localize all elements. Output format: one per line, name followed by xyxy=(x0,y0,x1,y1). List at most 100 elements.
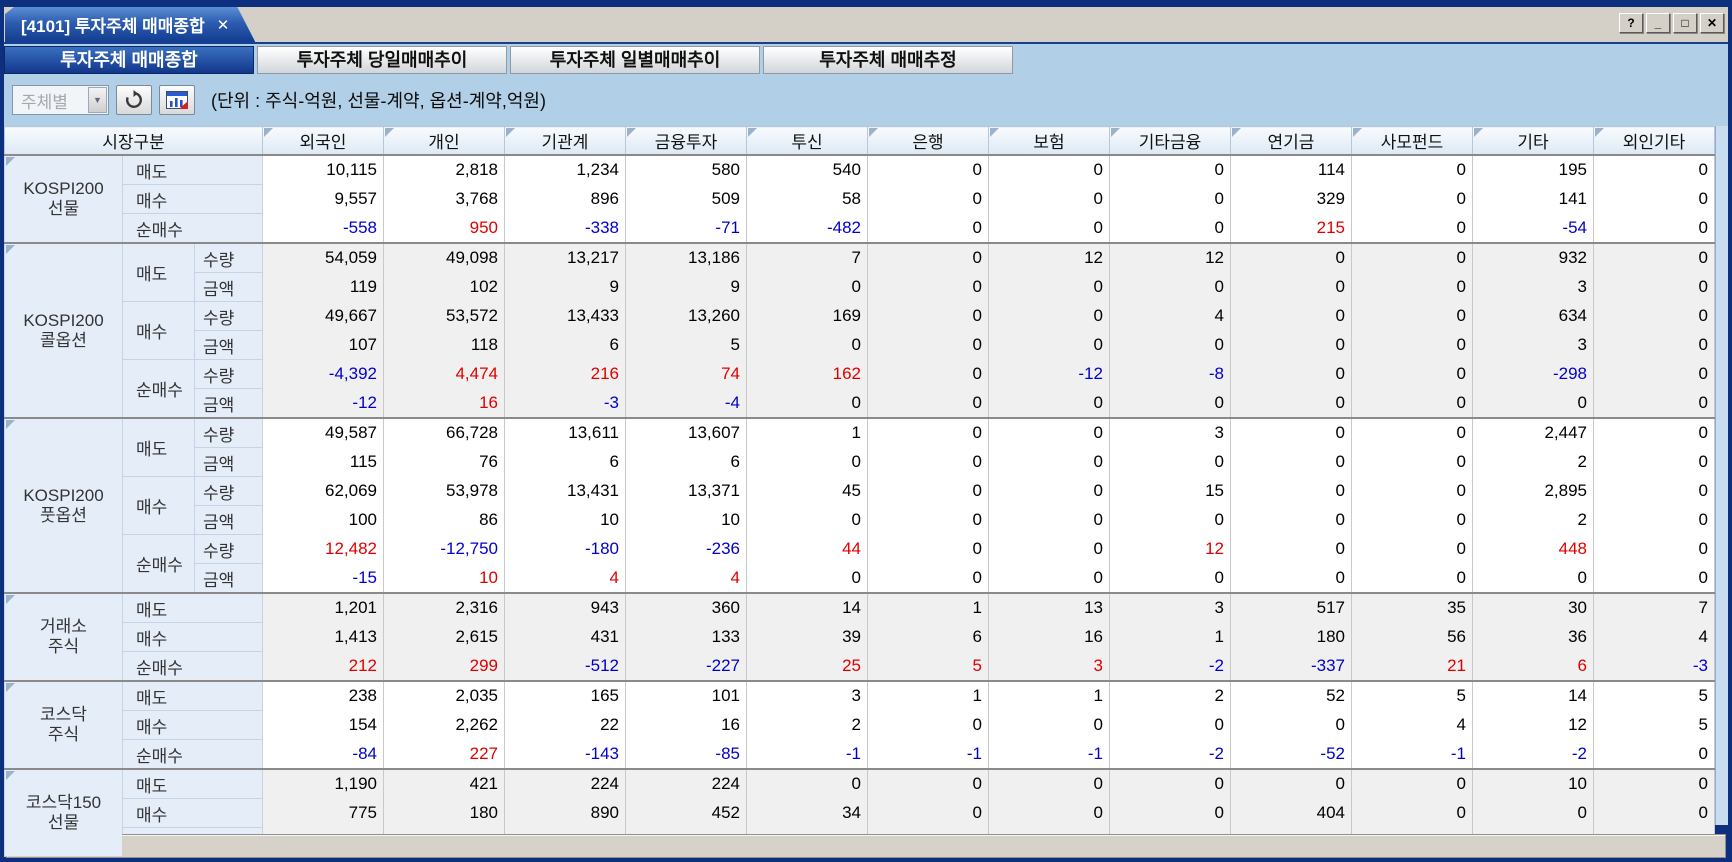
value-cell: 0 xyxy=(1110,564,1231,594)
column-header-8[interactable]: 기타금융 xyxy=(1110,127,1231,156)
group-name: KOSPI200 선물 xyxy=(5,179,122,218)
table-area: 시장구분외국인개인기관계금융투자투신은행보험기타금융연기금사모펀드기타외인기타K… xyxy=(4,126,1728,825)
tab-1[interactable]: 투자주체 매매종합 xyxy=(4,46,254,74)
group-label: 코스닥150 선물 xyxy=(5,769,123,857)
value-cell: 6 xyxy=(505,448,626,477)
value-cell: 114 xyxy=(1231,155,1352,185)
chart-button[interactable] xyxy=(159,85,195,115)
tab-4[interactable]: 투자주체 매매추정 xyxy=(763,46,1013,74)
value-cell: 44 xyxy=(747,535,868,564)
minimize-button[interactable]: _ xyxy=(1646,13,1670,33)
value-cell: 4 xyxy=(1594,623,1715,652)
value-cell: 52 xyxy=(1231,681,1352,711)
value-cell: 14 xyxy=(747,593,868,623)
value-cell: -338 xyxy=(505,214,626,244)
sub-label: 수량 xyxy=(195,477,263,506)
table-row: 코스닥 주식매도2382,0351651013112525145 xyxy=(5,681,1715,711)
column-header-4[interactable]: 금융투자 xyxy=(626,127,747,156)
corner-triangle-icon xyxy=(869,128,878,137)
value-cell: -71 xyxy=(626,214,747,244)
value-cell: -2 xyxy=(1110,740,1231,770)
group-name: 코스닥150 선물 xyxy=(5,793,122,832)
group-label: KOSPI200 풋옵션 xyxy=(5,418,123,593)
value-cell: 6 xyxy=(505,331,626,360)
value-cell: 2 xyxy=(1473,506,1594,535)
value-cell: 421 xyxy=(384,769,505,799)
value-cell: 634 xyxy=(1473,302,1594,331)
column-header-2[interactable]: 개인 xyxy=(384,127,505,156)
sub-label: 금액 xyxy=(195,506,263,535)
value-cell: 0 xyxy=(1231,535,1352,564)
refresh-button[interactable] xyxy=(116,85,152,115)
column-header-11[interactable]: 기타 xyxy=(1473,127,1594,156)
value-cell: 0 xyxy=(1110,389,1231,419)
column-header-label: 보험 xyxy=(1033,133,1064,152)
value-cell: 49,098 xyxy=(384,243,505,273)
value-cell: 13,217 xyxy=(505,243,626,273)
column-header-1[interactable]: 외국인 xyxy=(263,127,384,156)
value-cell: 0 xyxy=(989,214,1110,244)
value-cell: 0 xyxy=(747,564,868,594)
help-button[interactable]: ? xyxy=(1619,13,1643,33)
group-label: KOSPI200 선물 xyxy=(5,155,123,243)
value-cell: 0 xyxy=(1352,185,1473,214)
column-header-10[interactable]: 사모펀드 xyxy=(1352,127,1473,156)
column-header-3[interactable]: 기관계 xyxy=(505,127,626,156)
value-cell: 169 xyxy=(747,302,868,331)
value-cell: -15 xyxy=(263,564,384,594)
corner-triangle-icon xyxy=(990,128,999,137)
value-cell: 13 xyxy=(989,593,1110,623)
close-button[interactable]: ✕ xyxy=(1700,13,1724,33)
group-label: 코스닥 주식 xyxy=(5,681,123,769)
action-label: 매도 xyxy=(123,418,195,477)
value-cell: 6 xyxy=(1473,652,1594,682)
column-header-label: 기관계 xyxy=(542,133,589,152)
value-cell: -8 xyxy=(1110,360,1231,389)
scrollbar-gutter[interactable] xyxy=(1715,126,1728,825)
window-title-tab[interactable]: [4101] 투자주체 매매종합 ✕ xyxy=(5,7,255,42)
subject-dropdown[interactable]: 주체별 ▼ xyxy=(12,85,109,115)
app-window: [4101] 투자주체 매매종합 ✕ ?_□✕ 투자주체 매매종합투자주체 당일… xyxy=(0,0,1732,862)
value-cell: 3 xyxy=(1110,418,1231,448)
table-row: 금액-15104400000000 xyxy=(5,564,1715,594)
column-header-6[interactable]: 은행 xyxy=(868,127,989,156)
action-label: 매도 xyxy=(123,155,263,185)
tab-3[interactable]: 투자주체 일별매매추이 xyxy=(510,46,760,74)
column-header-9[interactable]: 연기금 xyxy=(1231,127,1352,156)
value-cell: -4,392 xyxy=(263,360,384,389)
value-cell: 0 xyxy=(1473,389,1594,419)
value-cell: 0 xyxy=(989,448,1110,477)
value-cell: 3 xyxy=(989,652,1110,682)
column-header-5[interactable]: 투신 xyxy=(747,127,868,156)
chevron-down-icon[interactable]: ▼ xyxy=(88,87,107,113)
action-label: 매수 xyxy=(123,623,263,652)
action-label: 매수 xyxy=(123,711,263,740)
value-cell: 448 xyxy=(1473,535,1594,564)
value-cell: 14 xyxy=(1473,681,1594,711)
value-cell: 0 xyxy=(1594,273,1715,302)
sub-label: 수량 xyxy=(195,302,263,331)
corner-triangle-icon xyxy=(748,128,757,137)
value-cell: 0 xyxy=(868,535,989,564)
value-cell: 896 xyxy=(505,185,626,214)
value-cell: 1 xyxy=(989,681,1110,711)
table-row: KOSPI200 선물매도10,1152,8181,23458054000011… xyxy=(5,155,1715,185)
column-header-7[interactable]: 보험 xyxy=(989,127,1110,156)
value-cell: 3,768 xyxy=(384,185,505,214)
corner-triangle-icon xyxy=(385,128,394,137)
action-label: 매도 xyxy=(123,243,195,302)
value-cell: 0 xyxy=(747,273,868,302)
tab-2[interactable]: 투자주체 당일매매추이 xyxy=(257,46,507,74)
column-header-label: 금융투자 xyxy=(655,133,718,152)
value-cell: 0 xyxy=(1231,418,1352,448)
tab-close-icon[interactable]: ✕ xyxy=(217,16,230,34)
action-label: 매수 xyxy=(123,799,263,828)
maximize-button[interactable]: □ xyxy=(1673,13,1697,33)
value-cell: 0 xyxy=(747,506,868,535)
column-header-12[interactable]: 외인기타 xyxy=(1594,127,1715,156)
value-cell: 0 xyxy=(1110,155,1231,185)
value-cell: 49,667 xyxy=(263,302,384,331)
corner-triangle-icon xyxy=(506,128,515,137)
value-cell: 1,234 xyxy=(505,155,626,185)
value-cell: 10,115 xyxy=(263,155,384,185)
